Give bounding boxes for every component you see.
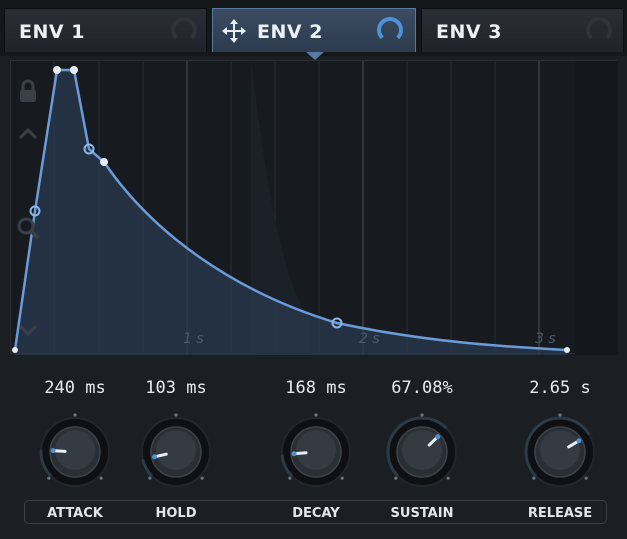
time-marker-3s: 3 s [535,331,556,347]
time-marker-2s: 2 s [359,331,380,347]
envelope-graph[interactable]: 1 s 2 s 3 s [10,60,618,355]
knob-tick [47,476,51,480]
envelope-tabs: ENV 1 ENV 2 ENV 3 [0,0,627,60]
knob-tick [73,413,77,417]
hold-label: HOLD [155,506,197,521]
knob-tick [99,476,103,480]
knob-tick [446,476,450,480]
knob-pointer-tip [435,434,441,440]
knob-pointer-tip [152,454,158,460]
envelope-display: 1 s 2 s 3 s [12,61,618,355]
tab-env1-label: ENV 1 [19,21,85,43]
attack-value[interactable]: 240 ms [20,378,130,398]
knob-pointer-tip [50,448,56,454]
knob-cap [156,430,196,470]
attack-knob[interactable] [35,412,115,492]
release-label: RELEASE [527,506,593,521]
time-marker-1s: 1 s [183,331,204,347]
knob-cap [296,430,336,470]
move-arrows-icon[interactable] [221,18,247,44]
chevron-up-icon[interactable] [11,117,45,151]
sustain-knob[interactable] [382,412,462,492]
knob-pointer-tip [291,451,297,457]
active-tab-indicator [306,52,324,60]
env2-enable-ring-icon[interactable] [377,17,403,43]
tab-env3-label: ENV 3 [436,21,502,43]
zoom-icon[interactable] [11,211,45,245]
attack-label: ATTACK [47,506,103,521]
knob-tick [314,413,318,417]
knob-tick [584,476,588,480]
lock-icon[interactable] [11,75,45,109]
sustain-label: SUSTAIN [390,506,454,521]
tab-env2-label: ENV 2 [257,21,323,43]
knob-tick [200,476,204,480]
start-point[interactable] [12,347,18,353]
decay-value[interactable]: 168 ms [261,378,371,398]
knob-tick [420,413,424,417]
knob-tick [394,476,398,480]
hold-point[interactable] [70,66,78,74]
decay-label: DECAY [292,506,340,521]
hold-value[interactable]: 103 ms [121,378,231,398]
knob-tick [558,413,562,417]
tab-env3[interactable]: ENV 3 [421,8,624,52]
release-value[interactable]: 2.65 s [505,378,615,398]
hold-knob[interactable] [136,412,216,492]
sustain-value[interactable]: 67.08% [367,378,477,398]
knob-tick [532,476,536,480]
knob-tick [174,413,178,417]
sustain-point[interactable] [100,158,108,166]
knob-pointer-tip [576,438,582,444]
env3-enable-ring-icon[interactable] [586,17,612,43]
knob-tick [148,476,152,480]
tab-env2[interactable]: ENV 2 [212,8,416,52]
knob-cap [540,430,580,470]
env1-enable-ring-icon[interactable] [171,17,197,43]
release-knob[interactable] [520,412,600,492]
side-toolbar [575,61,618,355]
tab-env1[interactable]: ENV 1 [4,8,207,52]
envelope-fill [15,70,567,355]
knob-tick [340,476,344,480]
knob-panel: 240 ms 103 ms 168 ms 67.08% 2.65 s ATTAC… [0,360,627,539]
chevron-down-icon[interactable] [11,313,45,347]
end-point[interactable] [564,347,570,353]
decay-knob[interactable] [276,412,356,492]
attack-point[interactable] [53,66,61,74]
